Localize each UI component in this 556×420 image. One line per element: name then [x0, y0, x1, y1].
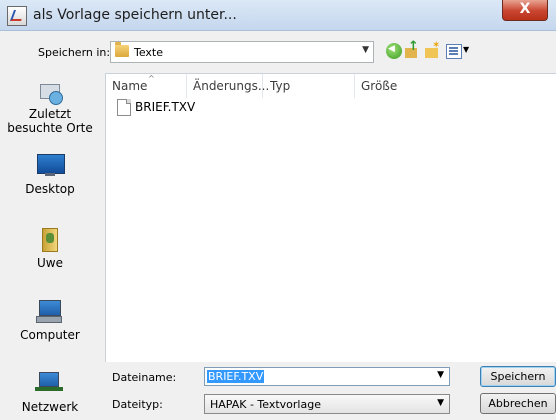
place-label: Zuletzt: [28, 107, 72, 121]
save-button[interactable]: Speichern: [480, 366, 556, 387]
window-title: als Vorlage speichern unter...: [33, 7, 237, 23]
column-header-modified[interactable]: Änderungs...: [187, 74, 269, 98]
filename-label: Dateiname:: [112, 371, 177, 384]
place-network[interactable]: Netzwerk: [0, 372, 100, 414]
network-icon: [35, 372, 65, 396]
place-recent[interactable]: Zuletzt besuchte Orte: [0, 82, 100, 135]
close-button[interactable]: X: [502, 0, 548, 21]
place-label: besuchte Orte: [7, 121, 93, 135]
chevron-down-icon[interactable]: ▼: [437, 398, 444, 408]
place-label: Desktop: [25, 182, 75, 196]
place-desktop[interactable]: Desktop: [0, 154, 100, 196]
back-icon[interactable]: [386, 43, 402, 59]
views-dropdown-arrow-icon[interactable]: ▼: [463, 45, 469, 54]
sort-arrow-icon: ^: [148, 74, 155, 83]
filetype-label: Dateityp:: [112, 398, 163, 411]
user-folder-icon: [40, 224, 60, 252]
filename-value: BRIEF.TXV: [207, 370, 265, 383]
toolbar: Speichern in: Texte ▼ ▼: [0, 31, 556, 71]
save-in-value: Texte: [134, 46, 164, 59]
computer-icon: [36, 298, 64, 324]
column-header-size[interactable]: Größe: [355, 74, 451, 98]
recent-places-icon: [37, 82, 63, 105]
place-computer[interactable]: Computer: [0, 298, 100, 342]
text-file-icon: [117, 99, 131, 116]
place-label: Uwe: [37, 256, 63, 270]
chevron-down-icon[interactable]: ▼: [437, 370, 444, 380]
place-label: Netzwerk: [21, 400, 79, 414]
new-folder-icon[interactable]: [424, 40, 440, 59]
places-bar: Zuletzt besuchte Orte Desktop Uwe Comput…: [0, 74, 100, 420]
up-folder-icon[interactable]: [404, 39, 420, 59]
filetype-select[interactable]: HAPAK - Textvorlage ▼: [204, 394, 450, 414]
column-header-type[interactable]: Typ: [264, 74, 355, 98]
cancel-button[interactable]: Abbrechen: [480, 393, 556, 414]
place-user[interactable]: Uwe: [0, 224, 100, 270]
place-label: Computer: [20, 328, 80, 342]
views-menu-icon[interactable]: [446, 44, 462, 59]
filetype-value: HAPAK - Textvorlage: [210, 398, 321, 411]
title-bar: als Vorlage speichern unter... X: [0, 0, 556, 31]
folder-icon: [115, 42, 129, 57]
filename-input[interactable]: BRIEF.TXV ▼: [204, 367, 450, 386]
column-header-name[interactable]: ^ Name: [106, 74, 187, 98]
save-in-label: Speichern in:: [38, 46, 111, 59]
save-in-dropdown[interactable]: Texte ▼: [110, 41, 374, 63]
app-icon: [7, 6, 27, 26]
file-name: BRIEF.TXV: [135, 100, 196, 114]
desktop-icon: [36, 154, 65, 178]
file-list[interactable]: ^ Name Änderungs... Typ Größe BRIEF.TXV: [105, 73, 556, 362]
chevron-down-icon[interactable]: ▼: [362, 45, 369, 55]
